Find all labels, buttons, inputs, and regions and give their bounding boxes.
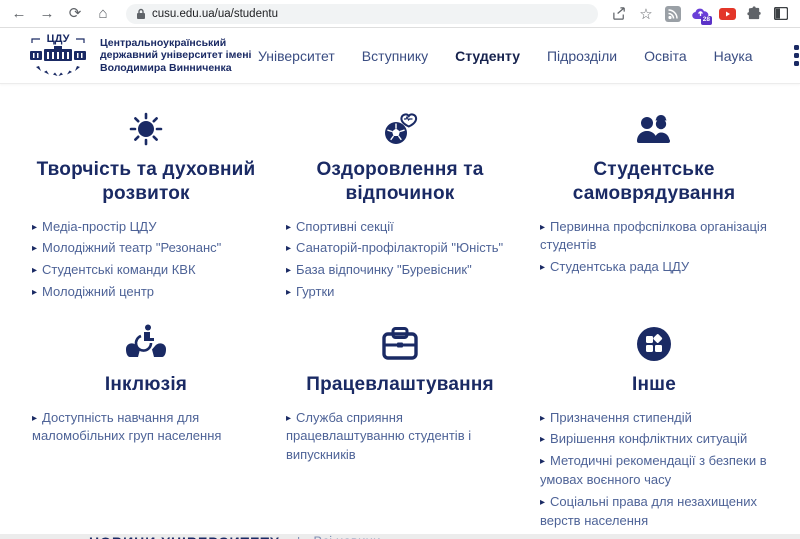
briefcase-icon <box>286 321 514 367</box>
apps-grid-icon[interactable] <box>794 45 800 66</box>
bullet-arrow-icon: ▸ <box>32 243 37 254</box>
bullet-arrow-icon: ▸ <box>540 262 545 273</box>
menu-link[interactable]: ▸Молодіжний центр <box>32 283 260 302</box>
bullet-arrow-icon: ▸ <box>286 243 291 254</box>
url-text[interactable]: cusu.edu.ua/ua/studentu <box>152 8 278 20</box>
section-title: Інклюзія <box>32 373 260 397</box>
bullet-arrow-icon: ▸ <box>32 413 37 424</box>
section-title: Працевлаштування <box>286 373 514 397</box>
apps-circle-icon <box>540 321 768 367</box>
menu-link[interactable]: ▸Соціальні права для незахищених верств … <box>540 493 768 531</box>
bookmark-star-icon[interactable]: ☆ <box>637 5 655 23</box>
bullet-arrow-icon: ▸ <box>286 413 291 424</box>
browser-toolbar: ← → ⟳ ⌂ cusu.edu.ua/ua/studentu ☆ 28 <box>0 0 800 28</box>
forward-icon[interactable]: → <box>36 6 58 21</box>
rss-extension-icon[interactable] <box>664 5 682 23</box>
youtube-icon[interactable] <box>718 5 736 23</box>
reload-icon[interactable]: ⟳ <box>64 6 86 21</box>
section-title: Інше <box>540 373 768 397</box>
nav-studentu[interactable]: Студенту <box>455 48 520 64</box>
site-header: ЦДУ Центральноукраїнський державний унів… <box>0 28 800 84</box>
menu-link[interactable]: ▸Санаторій-профілакторій "Юність" <box>286 239 514 258</box>
nav-universytet[interactable]: Університет <box>258 48 335 64</box>
section-self-government: Студентське самоврядування ▸Первинна про… <box>540 106 768 305</box>
menu-link[interactable]: ▸Студентські команди КВК <box>32 261 260 280</box>
back-icon[interactable]: ← <box>8 6 30 21</box>
bullet-arrow-icon: ▸ <box>540 497 545 508</box>
bullet-arrow-icon: ▸ <box>540 456 545 467</box>
padlock-icon[interactable] <box>136 8 146 20</box>
main-navigation: Університет Вступнику Студенту Підрозділ… <box>258 45 800 66</box>
extension-badge: 28 <box>701 16 712 25</box>
section-employment: Працевлаштування ▸Служба сприяння працев… <box>286 321 514 534</box>
menu-link[interactable]: ▸Призначення стипендій <box>540 409 768 428</box>
news-band: НОВИНИ УНІВЕРСИТЕТУ | Всі новини <box>0 534 800 539</box>
side-panel-icon[interactable] <box>772 5 790 23</box>
menu-link[interactable]: ▸Гуртки <box>286 283 514 302</box>
section-links: ▸Служба сприяння працевлаштуванню студен… <box>286 409 514 466</box>
section-links: ▸Спортивні секції ▸Санаторій-профілактор… <box>286 218 514 302</box>
menu-link[interactable]: ▸База відпочинку "Буревісник" <box>286 261 514 280</box>
cloud-extension-icon[interactable]: 28 <box>691 5 709 23</box>
section-links: ▸Призначення стипендій ▸Вирішення конфлі… <box>540 409 768 531</box>
menu-link[interactable]: ▸Вирішення конфліктних ситуацій <box>540 430 768 449</box>
university-logo-icon: ЦДУ <box>26 31 90 81</box>
section-links: ▸Первинна профспілкова організація студе… <box>540 218 768 278</box>
university-name: Центральноукраїнський державний універси… <box>100 37 258 75</box>
section-links: ▸Медіа-простір ЦДУ ▸Молодіжний театр "Ре… <box>32 218 260 302</box>
inclusion-hands-icon <box>32 321 260 367</box>
all-news-link[interactable]: Всі новини <box>313 534 380 539</box>
menu-link[interactable]: ▸Методичні рекомендації з безпеки в умов… <box>540 452 768 490</box>
news-title: НОВИНИ УНІВЕРСИТЕТУ <box>89 534 280 539</box>
menu-link[interactable]: ▸Служба сприяння працевлаштуванню студен… <box>286 409 514 466</box>
bullet-arrow-icon: ▸ <box>540 413 545 424</box>
nav-nauka[interactable]: Наука <box>714 48 753 64</box>
nav-vstupnyku[interactable]: Вступнику <box>362 48 428 64</box>
student-menu-grid: Творчість та духовний розвиток ▸Медіа-пр… <box>0 84 800 534</box>
bullet-arrow-icon: ▸ <box>32 222 37 233</box>
svg-text:ЦДУ: ЦДУ <box>47 33 70 45</box>
menu-link[interactable]: ▸Медіа-простір ЦДУ <box>32 218 260 237</box>
menu-link[interactable]: ▸Спортивні секції <box>286 218 514 237</box>
sport-health-icon <box>286 106 514 152</box>
nav-pidrozdily[interactable]: Підрозділи <box>547 48 617 64</box>
menu-link[interactable]: ▸Первинна профспілкова організація студе… <box>540 218 768 256</box>
section-links: ▸Доступність навчання для маломобільних … <box>32 409 260 447</box>
bullet-arrow-icon: ▸ <box>286 222 291 233</box>
bullet-arrow-icon: ▸ <box>32 265 37 276</box>
menu-link[interactable]: ▸Молодіжний театр "Резонанс" <box>32 239 260 258</box>
extensions-puzzle-icon[interactable] <box>745 5 763 23</box>
section-title: Оздоровлення та відпочинок <box>286 158 514 206</box>
students-group-icon <box>540 106 768 152</box>
section-creativity: Творчість та духовний розвиток ▸Медіа-пр… <box>32 106 260 305</box>
home-icon[interactable]: ⌂ <box>92 6 114 21</box>
section-health: Оздоровлення та відпочинок ▸Спортивні се… <box>286 106 514 305</box>
menu-link[interactable]: ▸Студентська рада ЦДУ <box>540 258 768 277</box>
sun-icon <box>32 106 260 152</box>
bullet-arrow-icon: ▸ <box>286 287 291 298</box>
section-inclusion: Інклюзія ▸Доступність навчання для малом… <box>32 321 260 534</box>
nav-osvita[interactable]: Освіта <box>644 48 686 64</box>
university-logo[interactable]: ЦДУ Центральноукраїнський державний унів… <box>26 31 258 81</box>
bullet-arrow-icon: ▸ <box>32 287 37 298</box>
share-icon[interactable] <box>610 5 628 23</box>
news-separator: | <box>297 534 301 539</box>
bullet-arrow-icon: ▸ <box>540 434 545 445</box>
bullet-arrow-icon: ▸ <box>286 265 291 276</box>
section-other: Інше ▸Призначення стипендій ▸Вирішення к… <box>540 321 768 534</box>
section-title: Творчість та духовний розвиток <box>32 158 260 206</box>
page-content: Творчість та духовний розвиток ▸Медіа-пр… <box>0 84 800 538</box>
address-bar[interactable]: cusu.edu.ua/ua/studentu <box>126 4 598 24</box>
menu-link[interactable]: ▸Доступність навчання для маломобільних … <box>32 409 260 447</box>
section-title: Студентське самоврядування <box>540 158 768 206</box>
bullet-arrow-icon: ▸ <box>540 222 545 233</box>
